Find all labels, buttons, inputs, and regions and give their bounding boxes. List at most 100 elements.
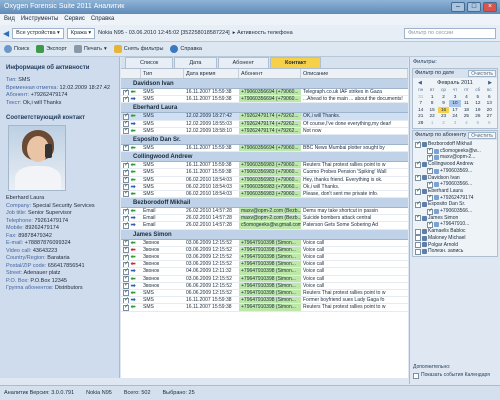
- table-row[interactable]: ➡ SMS 12.02.2009 18:55:03 +79262479174 (+79…: [121, 120, 408, 128]
- next-month-icon[interactable]: ▶: [488, 79, 492, 87]
- table-row[interactable]: ➡ Email 26.02.2010 14:57:28 maxv@opm-2.com …: [121, 215, 408, 223]
- devices-dropdown[interactable]: Все устройства ▾: [12, 27, 64, 39]
- abonent-item[interactable]: Davidson Ivan: [413, 175, 497, 182]
- abonent-item[interactable]: +790603566...: [413, 208, 497, 215]
- abonent-item[interactable]: +790603566...: [413, 181, 497, 188]
- calendar-day[interactable]: 5: [472, 120, 483, 127]
- abonent-item[interactable]: Maloney Michael: [413, 235, 497, 242]
- contact-group-header[interactable]: Esposito Dan Sr.: [121, 134, 408, 145]
- table-row[interactable]: ➡ Звонок 06.06.2009 12:15:52 +79647910398 (…: [121, 282, 408, 290]
- menu-view[interactable]: Вид: [4, 14, 15, 25]
- table-row[interactable]: ➡ Звонок 04.06.2009 12:11:32 +79647910398 (…: [121, 268, 408, 276]
- abonent-item[interactable]: Karnaelis Babloc: [413, 228, 497, 235]
- help-button[interactable]: Справка: [170, 45, 202, 53]
- calendar-day[interactable]: 2: [438, 120, 449, 127]
- abonent-checkbox[interactable]: [415, 228, 421, 235]
- row-checkbox[interactable]: [123, 283, 129, 289]
- row-checkbox[interactable]: [123, 304, 129, 311]
- abonent-checkbox[interactable]: [427, 221, 433, 229]
- abonent-checkbox[interactable]: [415, 175, 421, 182]
- row-checkbox[interactable]: [123, 191, 129, 198]
- row-checkbox[interactable]: [123, 89, 129, 96]
- table-row[interactable]: ⬅ SMS 16.11.2007 15:59:38 +79647910398 (Sim…: [121, 304, 408, 312]
- row-checkbox[interactable]: [123, 247, 129, 253]
- calendar-day[interactable]: 1: [426, 120, 437, 127]
- calendar-day[interactable]: 6: [484, 120, 495, 127]
- abonent-checkbox[interactable]: [427, 208, 433, 215]
- abonent-item[interactable]: Eberhard Laura: [413, 188, 497, 195]
- abonent-item[interactable]: Esposito Dan Sr.: [413, 201, 497, 208]
- case-crumb[interactable]: Кража ▾: [66, 27, 96, 39]
- tab-list[interactable]: Список: [125, 57, 174, 68]
- minimize-button[interactable]: –: [451, 2, 465, 12]
- table-row[interactable]: ⬅ Звонок 03.06.2009 12:15:52 +79647910398 (…: [121, 246, 408, 254]
- table-row[interactable]: ⬅ SMS 06.06.2009 12:15:52 +79647910398 (Sim…: [121, 289, 408, 298]
- menu-service[interactable]: Сервис: [64, 14, 85, 25]
- row-checkbox[interactable]: [123, 290, 129, 297]
- table-row[interactable]: ⬅ SMS 16.11.2007 15:59:38 +79060356694 (+79…: [121, 144, 408, 153]
- abonent-item[interactable]: +79647910...: [413, 221, 497, 229]
- table-row[interactable]: ⬅ Звонок 03.06.2009 12:15:52 +79647910398 (…: [121, 261, 408, 269]
- row-checkbox[interactable]: [123, 254, 129, 261]
- col-datetime[interactable]: Дата время: [184, 69, 239, 78]
- abonent-checkbox[interactable]: [427, 154, 433, 161]
- table-row[interactable]: ⬅ SMS 06.02.2010 18:54:03 +79060356983 (+79…: [121, 176, 408, 184]
- table-row[interactable]: ➡ SMS 06.02.2010 18:54:03 +79060356983 (+79…: [121, 183, 408, 191]
- export-button[interactable]: Экспорт: [36, 45, 67, 53]
- abonent-checkbox[interactable]: [415, 215, 421, 222]
- contact-group-header[interactable]: James Simon: [121, 229, 408, 240]
- abonent-item[interactable]: Полезн. запись: [413, 248, 497, 255]
- close-button[interactable]: ×: [483, 2, 497, 12]
- contact-group-header[interactable]: Eberhard Laura: [121, 103, 408, 114]
- abonent-item[interactable]: James Simon: [413, 215, 497, 222]
- table-row[interactable]: ⬅ Звонок 03.06.2009 12:15:52 +79647910398 (…: [121, 239, 408, 247]
- abonent-checkbox[interactable]: [415, 201, 421, 208]
- abonent-item[interactable]: maxv@opm-2...: [413, 154, 497, 161]
- abonent-checkbox[interactable]: [415, 235, 421, 242]
- row-checkbox[interactable]: [123, 96, 129, 103]
- abonent-checkbox[interactable]: [427, 148, 433, 155]
- table-row[interactable]: ⬅ SMS 16.11.2007 15:59:38 +79060356983 (+79…: [121, 169, 408, 177]
- table-row[interactable]: ⬅ SMS 16.11.2007 15:59:38 +79060356983 (+79…: [121, 162, 408, 170]
- abonent-checkbox[interactable]: [415, 161, 421, 168]
- print-button[interactable]: Печать ▾: [73, 45, 107, 53]
- abonent-checkbox[interactable]: [415, 188, 421, 195]
- row-checkbox[interactable]: [123, 162, 129, 169]
- abonent-checkbox[interactable]: [415, 242, 421, 249]
- calendar-day[interactable]: 4: [461, 120, 472, 127]
- row-checkbox[interactable]: [123, 145, 129, 152]
- clear-date-button[interactable]: Очистить: [468, 70, 496, 77]
- abonent-item[interactable]: +790603569...: [413, 168, 497, 175]
- row-checkbox[interactable]: [123, 261, 129, 268]
- abonent-item[interactable]: +79262479174: [413, 195, 497, 202]
- table-row[interactable]: ⬅ Звонок 03.06.2009 12:15:52 +79647910398 (…: [121, 254, 408, 262]
- activity-crumb[interactable]: ▸ Активность телефона: [233, 30, 293, 36]
- maximize-button[interactable]: □: [467, 2, 481, 12]
- tab-date[interactable]: Дата: [174, 57, 217, 68]
- menu-help[interactable]: Справка: [91, 14, 115, 25]
- row-checkbox[interactable]: [123, 222, 129, 229]
- show-calendar-option[interactable]: Показать события Календаря: [413, 372, 497, 379]
- row-checkbox[interactable]: [123, 121, 129, 127]
- abonent-item[interactable]: Collingwood Andrew: [413, 161, 497, 168]
- row-checkbox[interactable]: [123, 297, 129, 304]
- table-row[interactable]: ⬅ Звонок 03.06.2009 12:15:52 +79647910398 (…: [121, 275, 408, 283]
- row-checkbox[interactable]: [123, 268, 129, 275]
- abonent-item[interactable]: c5omogeeks@w...: [413, 148, 497, 155]
- abonent-checkbox[interactable]: [415, 248, 421, 255]
- contact-group-header[interactable]: Collingwood Andrew: [121, 152, 408, 163]
- row-checkbox[interactable]: [123, 276, 129, 282]
- table-row[interactable]: ➡ Email 26.02.2010 14:57:28 c5omogeeks@w.gm…: [121, 222, 408, 230]
- abonent-checkbox[interactable]: [415, 141, 421, 148]
- col-abonent[interactable]: Абонент: [239, 69, 301, 78]
- abonent-checkbox[interactable]: [427, 181, 433, 188]
- row-checkbox[interactable]: [123, 113, 129, 120]
- back-arrow-icon[interactable]: ◀: [3, 29, 9, 38]
- table-row[interactable]: ⬅ SMS 16.11.2007 15:59:38 +79060356694 (+79…: [121, 89, 408, 97]
- tab-abonent[interactable]: Абонент: [217, 57, 270, 68]
- table-row[interactable]: ⬅ SMS 12.02.2009 18:27:42 +79262479174 (+79…: [121, 113, 408, 121]
- calendar-day[interactable]: 3: [449, 120, 460, 127]
- tab-contact[interactable]: Контакт: [270, 57, 322, 68]
- row-checkbox[interactable]: [123, 208, 129, 215]
- device-crumb[interactable]: Nokia N95 - 03.06.2010 12:45:02 [3522580…: [98, 30, 230, 36]
